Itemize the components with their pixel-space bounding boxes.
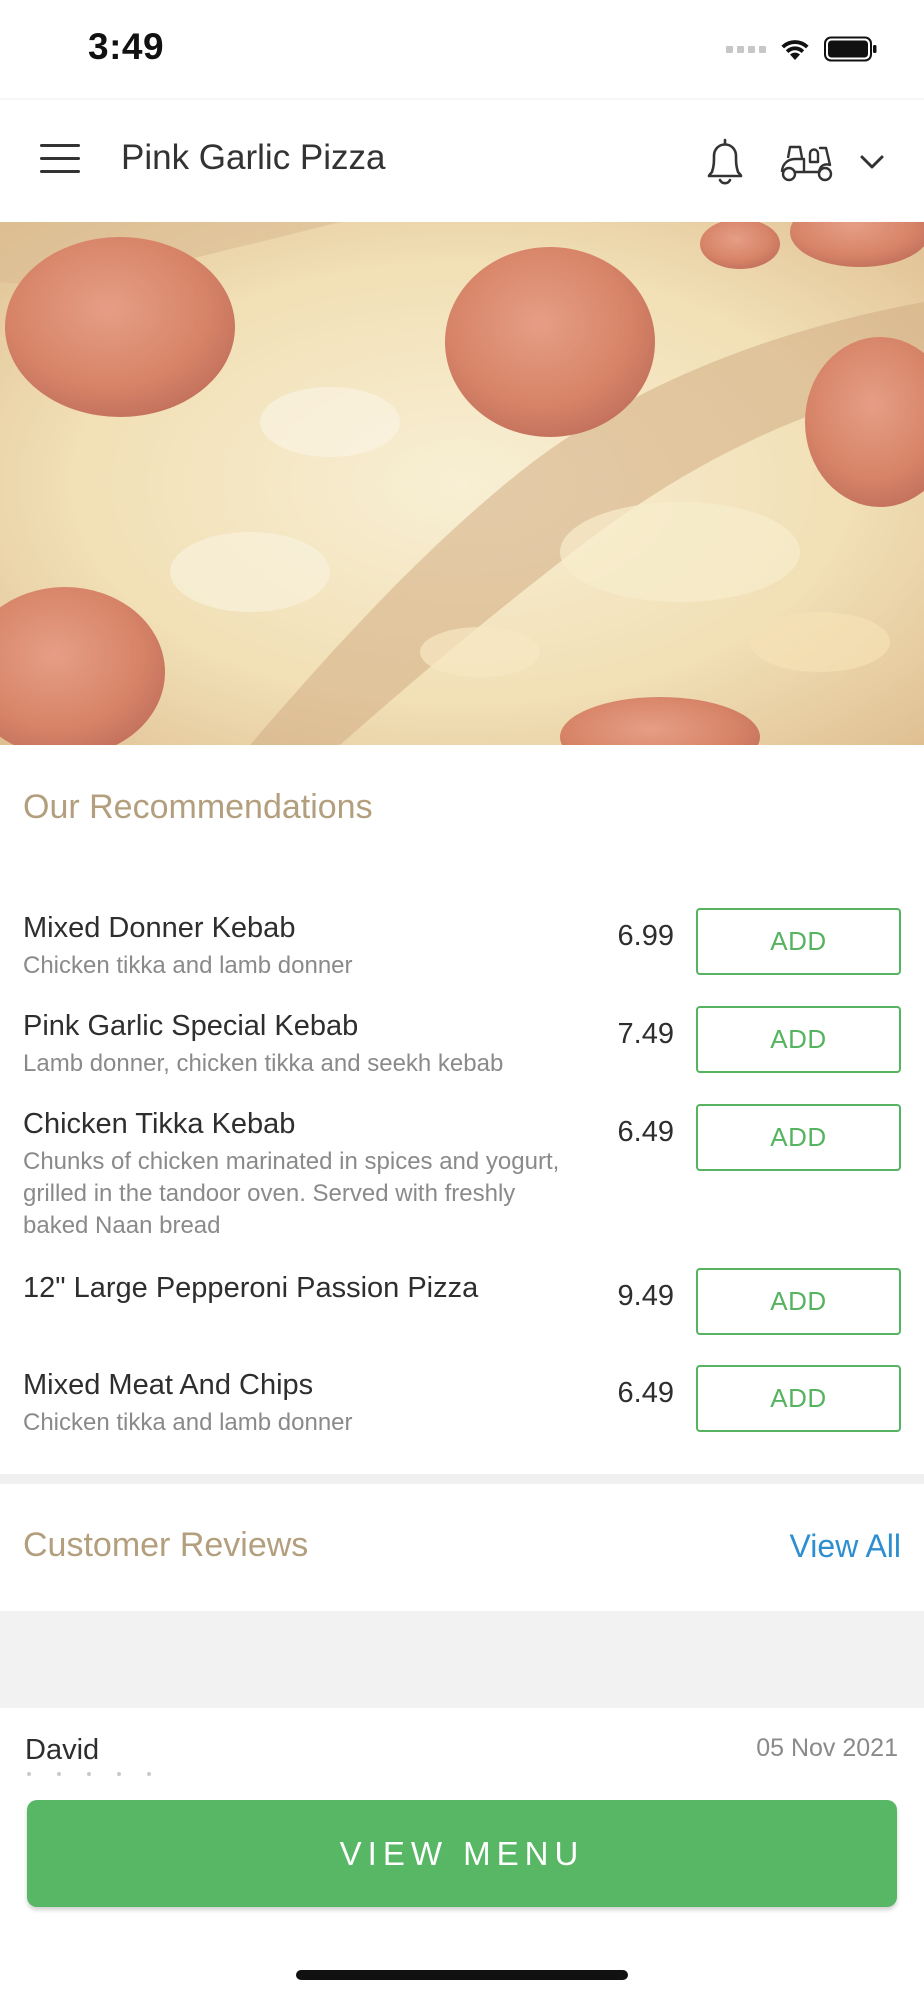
- view-menu-button[interactable]: VIEW MENU: [27, 1800, 897, 1907]
- home-indicator: [296, 1970, 628, 1980]
- item-description: Chicken tikka and lamb donner: [23, 952, 353, 979]
- section-divider: [0, 1474, 924, 1484]
- item-description: Chicken tikka and lamb donner: [23, 1409, 353, 1436]
- recommendations-title: Our Recommendations: [23, 788, 373, 826]
- bell-icon[interactable]: [700, 136, 750, 188]
- page-title: Pink Garlic Pizza: [121, 138, 386, 177]
- item-price: 6.49: [617, 1116, 674, 1148]
- add-button[interactable]: ADD: [696, 1104, 901, 1171]
- review-rating: [27, 1772, 151, 1776]
- scooter-delivery-icon[interactable]: [778, 138, 836, 186]
- add-button[interactable]: ADD: [696, 1268, 901, 1335]
- view-all-link[interactable]: View All: [790, 1528, 901, 1565]
- section-spacer: [0, 1611, 924, 1708]
- status-icons: [726, 34, 878, 64]
- item-price: 7.49: [617, 1018, 674, 1050]
- add-button[interactable]: ADD: [696, 1365, 901, 1432]
- item-name: 12" Large Pepperoni Passion Pizza: [23, 1272, 479, 1304]
- app-header: Pink Garlic Pizza: [0, 98, 924, 222]
- item-price: 6.49: [617, 1377, 674, 1409]
- item-description: Lamb donner, chicken tikka and seekh keb…: [23, 1050, 504, 1077]
- reviews-title: Customer Reviews: [23, 1526, 309, 1564]
- item-name: Pink Garlic Special Kebab: [23, 1010, 359, 1042]
- item-name: Mixed Donner Kebab: [23, 912, 296, 944]
- wifi-icon: [781, 40, 809, 60]
- battery-icon: [824, 36, 877, 62]
- item-description: Chunks of chicken marinated in spices an…: [23, 1148, 560, 1239]
- item-name: Mixed Meat And Chips: [23, 1369, 314, 1401]
- hero-pizza-image: [0, 222, 924, 745]
- item-name: Chicken Tikka Kebab: [23, 1108, 296, 1140]
- review-date: 05 Nov 2021: [756, 1734, 898, 1762]
- cellular-signal-icon: [726, 45, 766, 53]
- status-time: 3:49: [88, 26, 165, 67]
- add-button[interactable]: ADD: [696, 1006, 901, 1073]
- item-price: 9.49: [617, 1280, 674, 1312]
- reviewer-name: David: [25, 1734, 100, 1766]
- hamburger-menu-icon[interactable]: [40, 144, 80, 174]
- item-price: 6.99: [617, 920, 674, 952]
- status-bar: 3:49: [0, 0, 924, 98]
- chevron-down-icon[interactable]: [854, 144, 890, 180]
- add-button[interactable]: ADD: [696, 908, 901, 975]
